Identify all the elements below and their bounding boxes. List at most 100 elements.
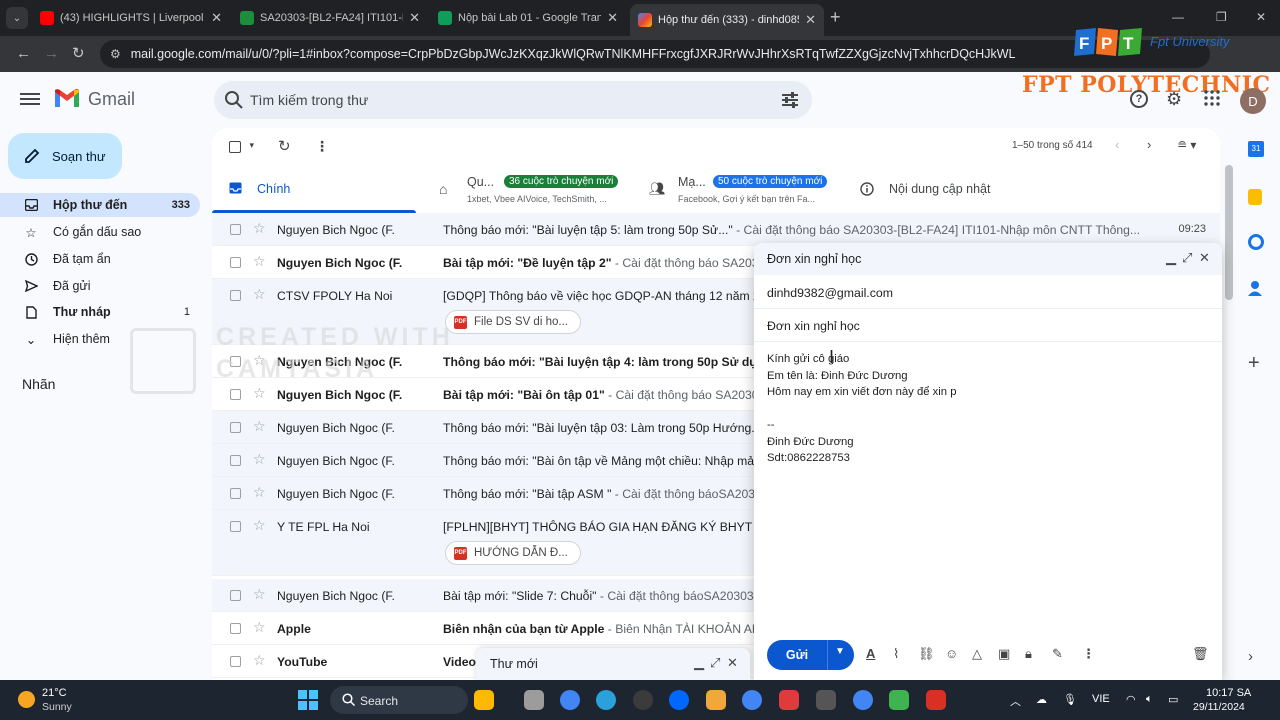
sidebar-item-snoozed[interactable]: Đã tạm ẩn <box>0 247 200 271</box>
tab-promotions[interactable]: ⌂ Qu... 36 cuộc trò chuyện mới 1xbet, Vb… <box>422 168 622 216</box>
sidebar-item-drafts[interactable]: Thư nháp 1 <box>0 300 200 324</box>
star-icon[interactable]: ☆ <box>253 619 266 636</box>
close-tab-icon[interactable]: ✕ <box>607 10 618 26</box>
clock-date[interactable]: 29/11/2024 <box>1193 701 1245 713</box>
start-menu-icon[interactable] <box>298 690 318 710</box>
search-icon[interactable] <box>224 90 244 110</box>
fullscreen-icon[interactable]: ⤢ <box>1182 250 1192 266</box>
recorder-app-icon[interactable] <box>926 690 946 710</box>
minimize-window-icon[interactable]: — <box>1172 10 1184 24</box>
newer-page-icon[interactable]: ‹ <box>1115 137 1119 152</box>
microphone-icon[interactable]: 🎙︎ <box>1063 693 1077 706</box>
more-options-icon[interactable]: ⋮ <box>1082 646 1095 662</box>
tab-social[interactable]: 👥︎ Mạ... 50 cuộc trò chuyện mới Facebook… <box>632 168 842 216</box>
star-icon[interactable]: ☆ <box>253 220 266 237</box>
wifi-icon[interactable]: ◠ <box>1126 693 1136 706</box>
star-icon[interactable]: ☆ <box>253 451 266 468</box>
close-tab-icon[interactable]: ✕ <box>211 10 222 26</box>
row-checkbox[interactable] <box>230 356 241 367</box>
account-avatar[interactable]: D <box>1240 88 1266 114</box>
more-options-icon[interactable]: ⋮ <box>315 138 329 155</box>
minimize-icon[interactable]: ▁ <box>1166 250 1176 266</box>
discard-draft-icon[interactable]: 🗑︎ <box>1192 646 1209 662</box>
keep-icon[interactable] <box>1248 189 1262 205</box>
star-icon[interactable]: ☆ <box>253 484 266 501</box>
app-icon[interactable] <box>779 690 799 710</box>
restore-window-icon[interactable]: ❐ <box>1216 10 1227 24</box>
insert-photo-icon[interactable]: ▣ <box>998 646 1010 662</box>
zalo-app-icon[interactable] <box>669 690 689 710</box>
row-checkbox[interactable] <box>230 623 241 634</box>
browser-tab-gmail[interactable]: Hộp thư đến (333) - dinhd0859 ✕ <box>630 4 824 36</box>
select-all-checkbox[interactable]: ▾ <box>229 140 254 158</box>
get-addons-icon[interactable]: + <box>1248 352 1260 375</box>
search-bar[interactable]: Tìm kiếm trong thư <box>214 81 812 119</box>
task-view-icon[interactable] <box>524 690 544 710</box>
calendar-icon[interactable]: 31 <box>1248 141 1264 157</box>
sidebar-item-more[interactable]: ⌄ Hiện thêm <box>0 327 200 351</box>
emoji-icon[interactable]: ☺ <box>945 646 958 661</box>
row-checkbox[interactable] <box>230 455 241 466</box>
forward-icon[interactable]: → <box>44 45 59 63</box>
attach-file-icon[interactable]: ⌇ <box>893 646 899 662</box>
message-body[interactable]: Kính gửi cô giáo Em tên là: Đinh Đức Dươ… <box>767 351 957 467</box>
cloud-icon[interactable]: ☁ <box>1036 693 1047 706</box>
star-icon[interactable]: ☆ <box>253 586 266 603</box>
row-checkbox[interactable] <box>230 389 241 400</box>
star-icon[interactable]: ☆ <box>253 352 266 369</box>
settings-gear-icon[interactable]: ⚙ <box>1166 90 1182 108</box>
mail-list-scrollbar[interactable] <box>1225 165 1233 300</box>
show-side-panel-icon[interactable]: › <box>1248 648 1253 665</box>
drive-icon[interactable]: △ <box>972 646 982 662</box>
clock-time[interactable]: 10:17 SA <box>1206 687 1251 699</box>
star-icon[interactable]: ☆ <box>253 418 266 435</box>
close-icon[interactable]: ✕ <box>727 655 738 671</box>
reload-icon[interactable]: ↻ <box>72 45 85 63</box>
browser-tab-classroom[interactable]: SA20303-[BL2-FA24] ITI101-Nhậ ✕ <box>232 5 428 30</box>
row-checkbox[interactable] <box>230 521 241 532</box>
contacts-icon[interactable] <box>1248 280 1262 296</box>
row-checkbox[interactable] <box>230 422 241 433</box>
telegram-app-icon[interactable] <box>596 690 616 710</box>
site-settings-icon[interactable]: ⚙ <box>110 47 121 61</box>
compose-header[interactable]: Đơn xin nghỉ học ▁ ⤢ ✕ <box>754 243 1222 275</box>
close-icon[interactable]: ✕ <box>1199 250 1210 266</box>
formatting-options-icon[interactable]: A <box>866 646 875 661</box>
new-message-window[interactable]: Thư mới ▁ ⤢ ✕ <box>476 648 750 680</box>
insert-link-icon[interactable]: ⛓ <box>918 646 935 662</box>
show-hidden-icons-icon[interactable]: ︿ <box>1010 693 1021 709</box>
attachment-chip[interactable]: PDF HƯỚNG DẪN Đ... <box>445 541 581 565</box>
schedule-send-icon[interactable]: ▼ <box>835 646 845 657</box>
battery-icon[interactable]: ▭ <box>1168 693 1178 706</box>
close-tab-icon[interactable]: ✕ <box>409 10 420 26</box>
language-indicator[interactable]: VIE <box>1092 693 1110 705</box>
close-window-icon[interactable]: ✕ <box>1256 10 1266 24</box>
star-icon[interactable]: ☆ <box>253 652 266 669</box>
input-tools-icon[interactable]: ≘ ▾ <box>1177 138 1196 152</box>
apps-grid-icon[interactable] <box>1204 90 1220 111</box>
refresh-icon[interactable]: ↻ <box>278 137 291 155</box>
row-checkbox[interactable] <box>230 656 241 667</box>
help-icon[interactable]: ? <box>1130 90 1148 108</box>
recipients-field[interactable]: dinhd9382@gmail.com <box>767 286 893 300</box>
tab-updates[interactable]: Nội dung cập nhật <box>842 168 1082 216</box>
subject-field[interactable]: Đơn xin nghỉ học <box>767 319 860 333</box>
sidebar-item-starred[interactable]: ☆ Có gắn dấu sao <box>0 220 200 244</box>
attachment-chip[interactable]: PDF File DS SV di ho... <box>445 310 581 334</box>
row-checkbox[interactable] <box>230 290 241 301</box>
address-bar[interactable]: ⚙ mail.google.com/mail/u/0/?pli=1#inbox?… <box>100 40 1210 68</box>
taskbar-search[interactable]: Search <box>330 686 468 714</box>
search-options-icon[interactable] <box>780 90 800 110</box>
row-checkbox[interactable] <box>230 590 241 601</box>
main-menu-icon[interactable] <box>20 90 40 108</box>
older-page-icon[interactable]: › <box>1147 137 1151 152</box>
chrome-app-icon[interactable] <box>560 690 580 710</box>
browser-tab-youtube[interactable]: (43) HIGHLIGHTS | Liverpool FC ✕ <box>32 5 230 30</box>
back-icon[interactable]: ← <box>16 45 31 63</box>
confidential-mode-icon[interactable]: 🔒︎ <box>1025 646 1032 662</box>
close-tab-icon[interactable]: ✕ <box>805 12 816 28</box>
sidebar-item-inbox[interactable]: Hộp thư đến 333 <box>0 193 200 217</box>
file-explorer-icon[interactable] <box>706 690 726 710</box>
star-icon[interactable]: ☆ <box>253 286 266 303</box>
volume-icon[interactable]: 🔈︎ <box>1146 693 1153 706</box>
